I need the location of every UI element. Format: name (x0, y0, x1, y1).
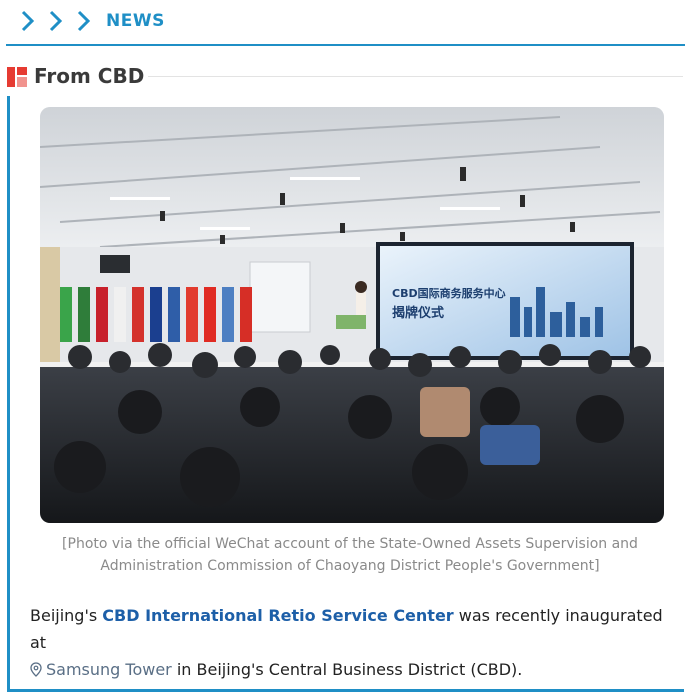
section-title: From CBD (34, 64, 145, 88)
location-pin-icon (30, 662, 42, 677)
header-divider (6, 44, 685, 46)
screen-subtitle: 揭牌仪式 (392, 305, 444, 321)
screen-title: CBD国际商务服务中心 (392, 286, 506, 300)
chevron-right-icon (77, 10, 91, 32)
news-label: NEWS (106, 11, 165, 31)
location-link[interactable]: Samsung Tower (46, 660, 172, 679)
paragraph-end: in Beijing's Central Business District (… (171, 660, 523, 679)
news-header: NEWS (0, 0, 692, 46)
caption-line-2: Administration Commission of Chaoyang Di… (100, 558, 600, 574)
title-rule (148, 76, 683, 77)
photo-caption: [Photo via the official WeChat account o… (30, 533, 670, 577)
caption-line-1: [Photo via the official WeChat account o… (62, 536, 638, 552)
chevron-right-icon (21, 10, 35, 32)
article-paragraph: Beijing's CBD International Retio Servic… (30, 602, 680, 683)
paragraph-start: Beijing's (30, 606, 103, 625)
service-center-link[interactable]: CBD International Retio Service Center (102, 606, 453, 625)
section-title-row: From CBD (0, 62, 692, 92)
red-squares-icon (7, 67, 27, 87)
event-photo: CBD国际商务服务中心 揭牌仪式 (40, 107, 664, 523)
chevron-group (18, 9, 94, 33)
event-photo-illustration: CBD国际商务服务中心 揭牌仪式 (40, 107, 664, 523)
chevron-right-icon (49, 10, 63, 32)
